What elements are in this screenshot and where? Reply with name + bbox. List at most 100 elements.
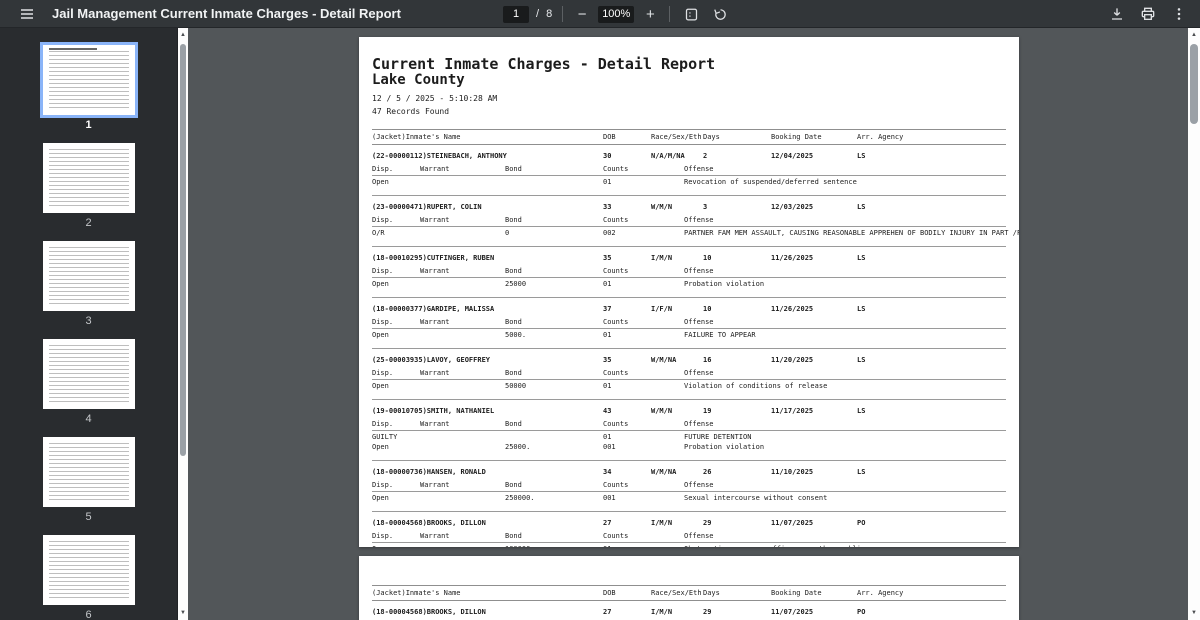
charge-header-cell: Warrant — [420, 532, 450, 541]
column-header-cell: (Jacket)Inmate's Name — [372, 133, 461, 142]
charge-warrant — [420, 545, 505, 547]
charge-header-cell: Disp. — [372, 420, 394, 429]
thumbnail-item[interactable]: 6 — [42, 535, 135, 620]
report-records-found: 47 Records Found — [372, 107, 450, 117]
charge-header-row: Disp. Warrant Bond Counts Offense — [372, 318, 1006, 330]
thumbnail-text-lines-decoration — [48, 51, 129, 110]
inmate-days: 10 — [703, 305, 712, 314]
inmate-race-sex-eth: I/M/N — [651, 254, 673, 263]
charge-header-cell: Offense — [684, 420, 714, 429]
thumbnail-item[interactable]: 1 — [39, 42, 138, 131]
rotate-icon — [713, 8, 726, 20]
inmate-name: (25-00003935)LAVOY, GEOFFREY — [372, 356, 491, 365]
inmate-days: 3 — [703, 203, 708, 212]
viewer-scrollbar[interactable]: ▲ ▼ — [1188, 28, 1200, 620]
charge-header-cell: Counts — [603, 216, 629, 225]
page-number-input[interactable] — [503, 5, 529, 23]
column-header-cell: Days — [703, 133, 720, 142]
thumbnail-text-lines-decoration — [48, 149, 129, 208]
document-viewer: Current Inmate Charges - Detail Report La… — [188, 28, 1200, 620]
charge-header-cell: Bond — [505, 165, 522, 174]
charge-disp: GUILTY — [372, 433, 398, 442]
thumbnail-page-4[interactable] — [42, 339, 135, 409]
inmate-booking-date: 12/03/2025 — [771, 203, 814, 212]
charge-header-cell: Disp. — [372, 532, 394, 541]
charge-header-cell: Counts — [603, 165, 629, 174]
inmate-dob: 34 — [603, 468, 612, 477]
column-header-cell: DOB — [603, 589, 616, 597]
charge-bond: 25000 — [505, 280, 527, 289]
inmate-arr-agency: PO — [857, 608, 866, 616]
thumbnail-item[interactable]: 5 — [42, 437, 135, 523]
thumbnail-page-number: 6 — [85, 609, 92, 620]
inmate-race-sex-eth: W/M/NA — [651, 468, 677, 477]
charge-offense: FUTURE DETENTION — [684, 433, 752, 442]
inmate-race-sex-eth: W/M/N — [651, 203, 673, 212]
charge-counts: 01 — [603, 331, 612, 340]
charge-row: Open 10000001Obstructing a peace officer … — [372, 543, 1006, 547]
thumbnail-text-lines-decoration — [48, 345, 129, 404]
page-content: Current Inmate Charges - Detail Report La… — [359, 37, 1019, 547]
column-header-cell: Booking Date — [771, 589, 822, 597]
sidebar-scrollbar-thumb[interactable] — [180, 44, 186, 456]
charge-bond: 25000. — [505, 443, 531, 452]
thumbnail-list: 1 2 3 4 5 6 — [0, 28, 177, 620]
charge-offense: FAILURE TO APPEAR — [684, 331, 756, 340]
print-button[interactable] — [1137, 3, 1159, 25]
charge-bond: 5000. — [505, 331, 527, 340]
inmate-name: (18-00004568)BROOKS, DILLON — [372, 608, 486, 616]
inmate-booking-date: 12/04/2025 — [771, 152, 814, 161]
charge-offense: Violation of conditions of release — [684, 382, 828, 391]
column-header-row: (Jacket)Inmate's Name DOB Race/Sex/Eth Days… — [372, 585, 1006, 601]
more-options-button[interactable] — [1168, 3, 1190, 25]
zoom-in-button[interactable]: + — [641, 3, 659, 25]
thumbnail-page-number: 3 — [85, 315, 92, 327]
rotate-button[interactable] — [709, 3, 731, 25]
document-page-2: (Jacket)Inmate's Name DOB Race/Sex/Eth Days… — [359, 556, 1019, 620]
inmate-arr-agency: LS — [857, 305, 866, 314]
toolbar-left: Jail Management Current Inmate Charges -… — [0, 3, 401, 25]
thumbnail-page-3[interactable] — [42, 241, 135, 311]
inmate-record-row: (18-00000736)HANSEN, RONALD 34 W/M/NA 26 11/… — [372, 468, 1006, 476]
scroll-up-arrow-icon[interactable]: ▲ — [178, 28, 188, 42]
sidebar-scrollbar[interactable]: ▲ ▼ — [177, 28, 188, 620]
inmate-record: (19-00010705)SMITH, NATHANIEL 43 W/M/N 19 11… — [372, 407, 1006, 462]
charge-disp: Open — [372, 443, 389, 452]
inmate-dob: 43 — [603, 407, 612, 416]
charge-bond — [505, 433, 603, 441]
charge-header-cell: Disp. — [372, 216, 394, 225]
charge-disp: Open — [372, 494, 389, 503]
thumbnail-item[interactable]: 4 — [42, 339, 135, 425]
thumbnail-page-1[interactable] — [39, 42, 138, 118]
inmate-name: (18-00004568)BROOKS, DILLON — [372, 519, 486, 528]
charge-row: Open 25000 01 Probation violation — [372, 278, 1006, 288]
fit-page-button[interactable] — [680, 3, 702, 25]
scroll-down-arrow-icon[interactable]: ▼ — [1188, 606, 1200, 620]
inmate-record: (18-00004568)BROOKS, DILLON 27 I/M/N 29 11/0… — [372, 608, 1006, 616]
thumbnail-page-5[interactable] — [42, 437, 135, 507]
charge-warrant — [420, 280, 505, 288]
inmate-race-sex-eth: W/M/NA — [651, 356, 677, 365]
download-button[interactable] — [1106, 3, 1128, 25]
charge-counts: 01 — [603, 382, 612, 391]
charge-header-cell: Offense — [684, 481, 714, 490]
charge-header-cell: Bond — [505, 481, 522, 490]
menu-button[interactable] — [16, 3, 38, 25]
thumbnail-sidebar: 1 2 3 4 5 6 ▲ ▼ — [0, 28, 188, 620]
thumbnail-page-2[interactable] — [42, 143, 135, 213]
scroll-up-arrow-icon[interactable]: ▲ — [1188, 28, 1200, 42]
charge-counts: 01 — [603, 545, 684, 547]
scroll-down-arrow-icon[interactable]: ▼ — [178, 606, 188, 620]
zoom-out-button[interactable]: − — [573, 3, 591, 25]
column-header-cell: Race/Sex/Eth — [651, 133, 702, 142]
charge-header-cell: Bond — [505, 267, 522, 276]
charge-counts: 001 — [603, 494, 616, 503]
inmate-days: 29 — [703, 608, 712, 616]
thumbnail-item[interactable]: 2 — [42, 143, 135, 229]
thumbnail-page-6[interactable] — [42, 535, 135, 605]
viewer-scrollbar-thumb[interactable] — [1190, 44, 1198, 124]
column-header-row: (Jacket)Inmate's Name DOB Race/Sex/Eth Days… — [372, 129, 1006, 146]
thumbnail-item[interactable]: 3 — [42, 241, 135, 327]
page-count: 8 — [546, 8, 553, 20]
charge-warrant — [420, 433, 505, 441]
